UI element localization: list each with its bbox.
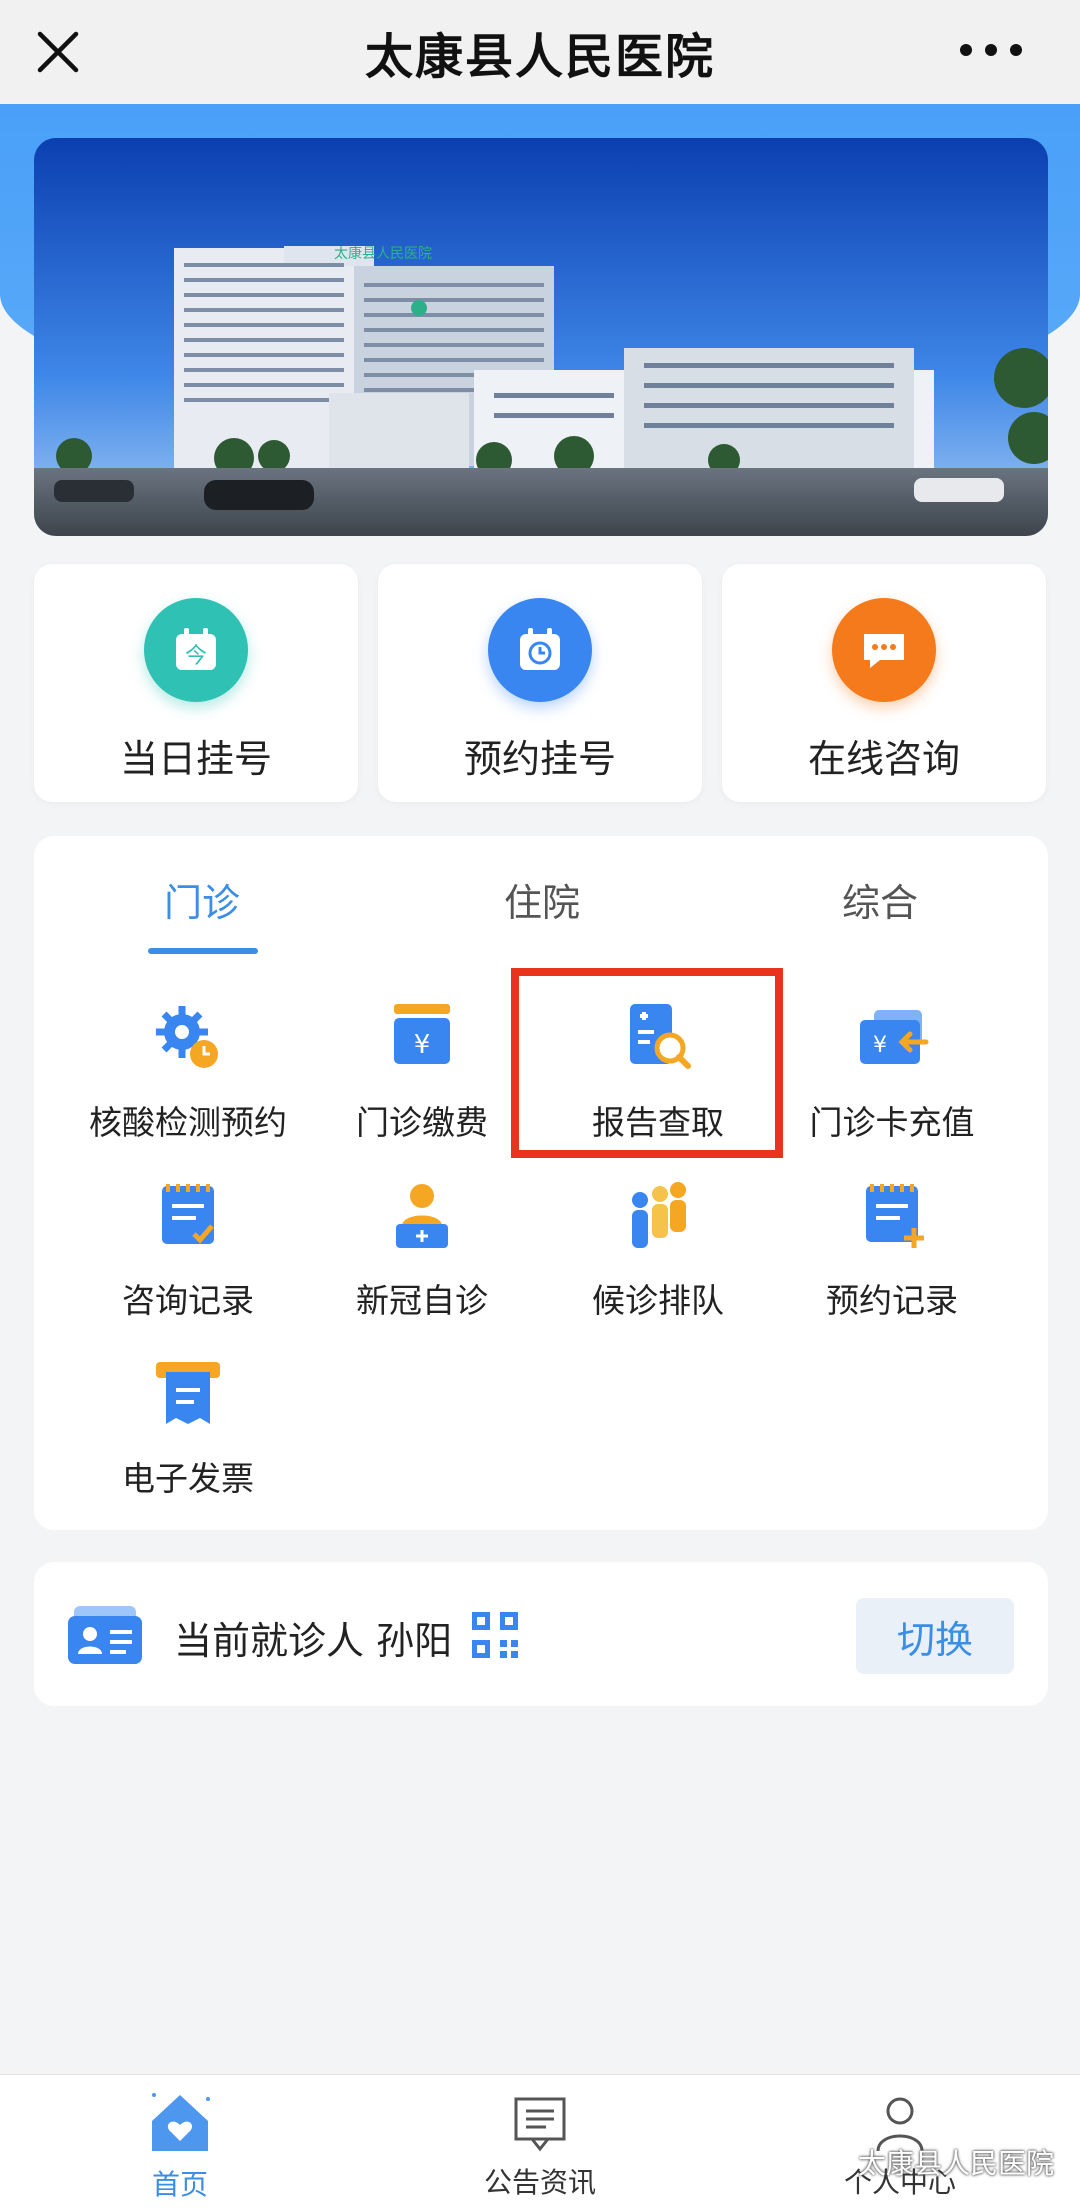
watermark: 太康县人民医院 <box>817 2142 1054 2182</box>
card-recharge-icon: ¥ <box>860 1010 929 1064</box>
current-patient-card: 当前就诊人 孙阳 切换 <box>34 1562 1048 1706</box>
service-label: 候诊排队 <box>592 1281 724 1320</box>
service-label: 核酸检测预约 <box>89 1103 287 1142</box>
service-label: 门诊卡充值 <box>809 1103 975 1142</box>
nav-announcements[interactable]: 公告资讯 <box>410 2075 670 2210</box>
watermark-text: 太康县人民医院 <box>857 2147 1054 2180</box>
svg-text:¥: ¥ <box>873 1033 887 1058</box>
home-heart-icon <box>152 2093 210 2151</box>
service-label: 门诊缴费 <box>356 1103 488 1142</box>
qr-code-icon[interactable] <box>472 1612 518 1658</box>
self-diagnosis-icon <box>396 1184 448 1248</box>
notice-board-icon <box>514 2097 566 2152</box>
active-tab-indicator <box>148 948 258 954</box>
service-nucleic-test[interactable]: 核酸检测预约 <box>70 998 306 1148</box>
hospital-banner[interactable]: 太康县人民医院 <box>34 138 1048 536</box>
service-e-invoice[interactable]: 电子发票 <box>70 1354 306 1504</box>
current-patient-text: 当前就诊人 孙阳 <box>174 1619 453 1663</box>
svg-text:今: 今 <box>185 644 207 669</box>
nav-home[interactable]: 首页 <box>50 2075 310 2210</box>
tab-inpatient[interactable]: 住院 <box>504 872 580 927</box>
quick-card-today-register[interactable]: 今 当日挂号 <box>34 564 358 802</box>
service-appointment-record[interactable]: 预约记录 <box>774 1176 1010 1326</box>
wechat-icon <box>817 2149 852 2174</box>
quick-card-label: 预约挂号 <box>463 737 616 781</box>
highlight-box <box>511 968 783 1158</box>
top-bar: 太康县人民医院 <box>0 0 1080 104</box>
consult-record-icon <box>162 1184 214 1244</box>
appointment-clock-icon <box>488 598 592 702</box>
more-options-icon[interactable] <box>956 30 1026 70</box>
nav-label: 首页 <box>151 2168 208 2201</box>
today-calendar-icon: 今 <box>144 598 248 702</box>
close-icon[interactable] <box>34 28 82 76</box>
service-consult-record[interactable]: 咨询记录 <box>70 1176 306 1326</box>
service-label: 咨询记录 <box>122 1281 254 1320</box>
hospital-building-image: 太康县人民医院 <box>34 138 1048 536</box>
id-card-icon <box>68 1606 142 1664</box>
queue-people-icon <box>632 1182 686 1248</box>
quick-card-label: 当日挂号 <box>119 737 272 781</box>
chat-bubble-icon <box>832 598 936 702</box>
tab-general[interactable]: 综合 <box>842 872 918 927</box>
service-card-recharge[interactable]: ¥ 门诊卡充值 <box>774 998 1010 1148</box>
service-queue[interactable]: 候诊排队 <box>540 1176 776 1326</box>
quick-card-appointment[interactable]: 预约挂号 <box>378 564 702 802</box>
switch-patient-button[interactable]: 切换 <box>856 1598 1014 1674</box>
service-covid-self-check[interactable]: 新冠自诊 <box>304 1176 540 1326</box>
quick-card-label: 在线咨询 <box>807 737 960 781</box>
page-title: 太康县人民医院 <box>364 29 715 85</box>
nav-label: 公告资讯 <box>483 2166 596 2199</box>
service-label: 预约记录 <box>826 1281 958 1320</box>
service-label: 新冠自诊 <box>356 1281 488 1320</box>
e-invoice-icon <box>156 1362 220 1424</box>
service-outpatient-payment[interactable]: ¥ 门诊缴费 <box>304 998 540 1148</box>
building-sign: 太康县人民医院 <box>334 245 432 262</box>
yuan-wallet-icon: ¥ <box>394 1004 450 1064</box>
service-label: 电子发票 <box>122 1459 254 1498</box>
tab-outpatient[interactable]: 门诊 <box>164 872 240 927</box>
quick-card-online-consult[interactable]: 在线咨询 <box>722 564 1046 802</box>
svg-text:¥: ¥ <box>414 1030 431 1060</box>
appointment-record-icon <box>866 1184 924 1248</box>
gear-clock-icon <box>156 1006 218 1068</box>
